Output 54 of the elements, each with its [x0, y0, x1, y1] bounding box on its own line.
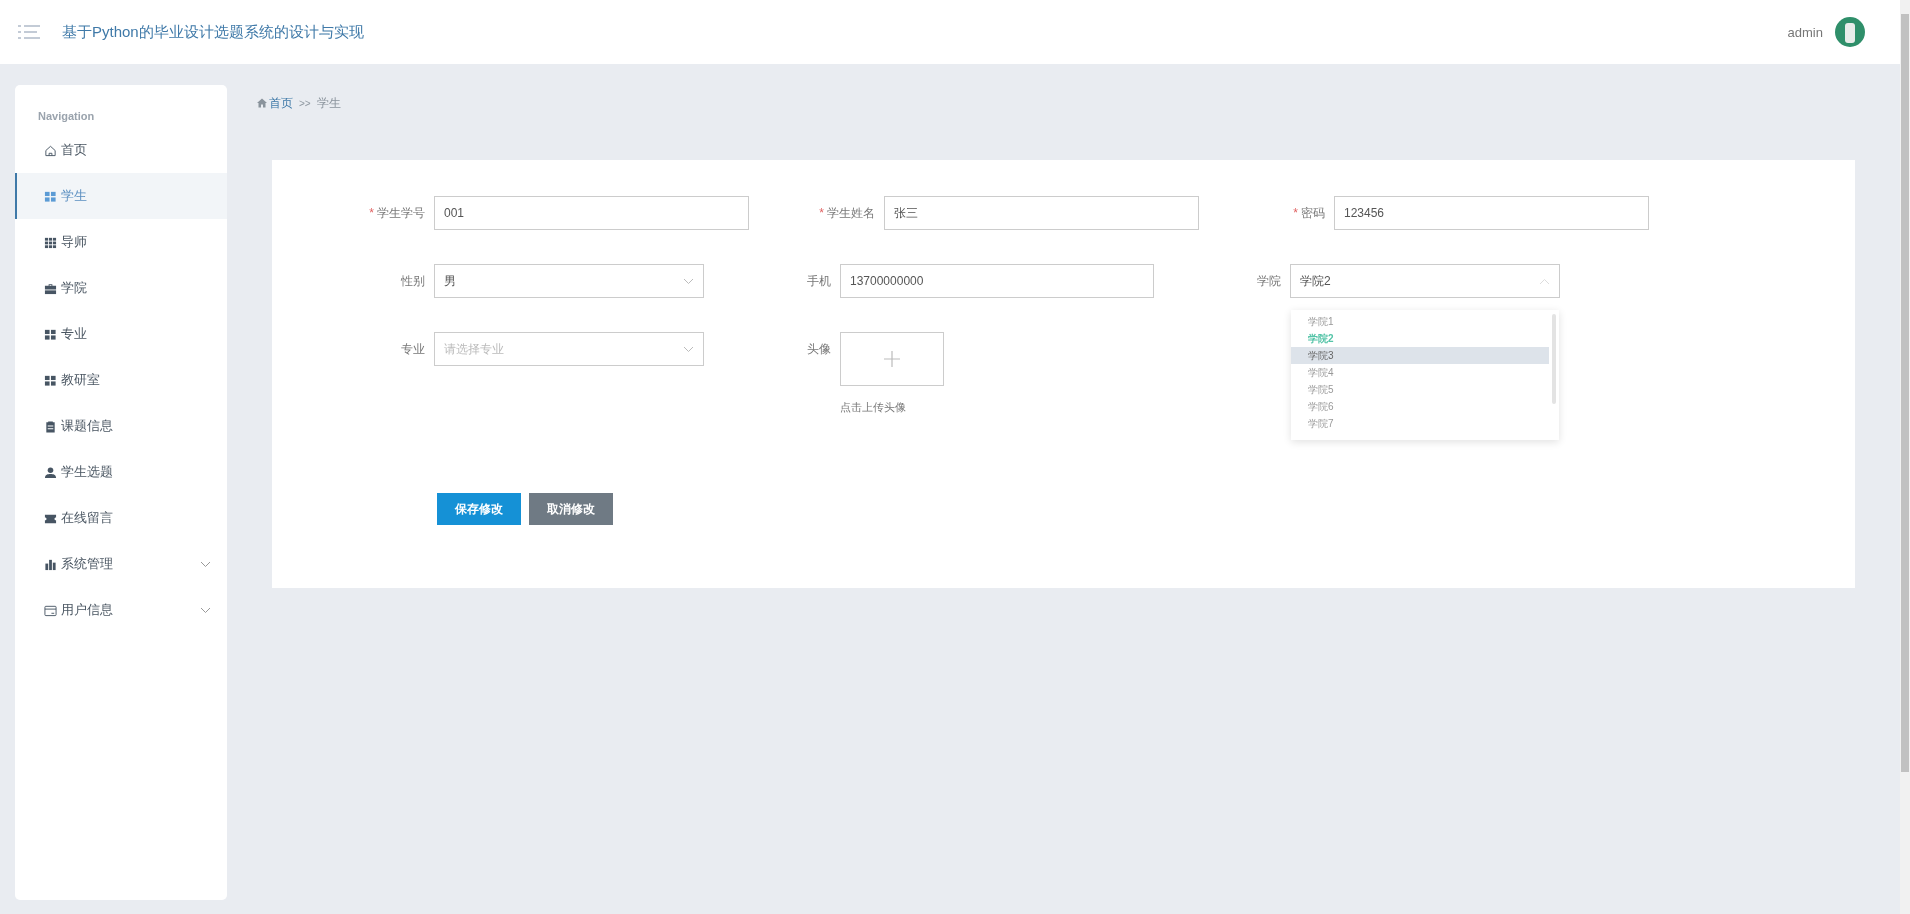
sidebar-item[interactable]: 用户信息	[15, 587, 227, 633]
house-icon	[257, 98, 267, 108]
app-title: 基于Python的毕业设计选题系统的设计与实现	[62, 22, 364, 42]
avatar[interactable]	[1835, 17, 1865, 47]
text-field[interactable]: 张三	[884, 196, 1199, 230]
sidebar-item[interactable]: 课题信息	[15, 403, 227, 449]
chevron-up-icon	[1539, 277, 1550, 285]
field-label: 性别	[401, 273, 425, 290]
select-field[interactable]: 男	[434, 264, 704, 298]
sidebar-item[interactable]: 学生选题	[15, 449, 227, 495]
text-field[interactable]: 123456	[1334, 196, 1649, 230]
chevron-down-icon	[683, 277, 694, 285]
upload-box[interactable]	[840, 332, 944, 386]
house-icon	[44, 143, 57, 157]
chevron-down-icon	[683, 345, 694, 353]
field-label: 学院	[1257, 273, 1281, 290]
menu-icon[interactable]	[18, 23, 42, 41]
nav-heading: Navigation	[37, 109, 96, 124]
field-label: 学生学号	[377, 205, 425, 222]
username[interactable]: admin	[1787, 24, 1823, 40]
sidebar-item[interactable]: 学院	[15, 265, 227, 311]
cancel-button[interactable]: 取消修改	[529, 493, 613, 525]
clipboard-icon	[44, 419, 57, 433]
person-icon	[44, 465, 57, 479]
scrollbar[interactable]	[1900, 0, 1910, 914]
breadcrumb-current: 学生	[316, 94, 341, 112]
sidebar-item[interactable]: 系统管理	[15, 541, 227, 587]
plus-icon	[884, 351, 900, 367]
card-icon	[44, 603, 57, 617]
breadcrumb-separator: >>	[299, 97, 311, 109]
field-label: 学生姓名	[827, 205, 875, 222]
field-label: 手机	[807, 273, 831, 290]
bar-chart-icon	[44, 557, 57, 571]
sidebar-item[interactable]: 在线留言	[15, 495, 227, 541]
sidebar-item[interactable]: 专业	[15, 311, 227, 357]
required-mark: *	[1293, 205, 1298, 222]
grid-icon	[44, 189, 57, 203]
sidebar-item[interactable]: 首页	[15, 127, 227, 173]
grid-icon	[44, 327, 57, 341]
required-mark: *	[819, 205, 824, 222]
sidebar-item[interactable]: 导师	[15, 219, 227, 265]
required-mark: *	[369, 205, 374, 222]
breadcrumb-link[interactable]: 首页	[269, 94, 293, 112]
grid-icon	[44, 373, 57, 387]
grid-icon	[44, 235, 57, 249]
field-label: 头像	[807, 341, 831, 358]
field-label: 专业	[401, 341, 425, 358]
text-field[interactable]: 001	[434, 196, 749, 230]
dropdown-option[interactable]: 学院3	[1291, 347, 1549, 364]
field-label: 密码	[1301, 205, 1325, 222]
sidebar-item[interactable]: 教研室	[15, 357, 227, 403]
upload-hint: 点击上传头像	[840, 400, 907, 415]
text-field[interactable]: 13700000000	[840, 264, 1154, 298]
briefcase-icon	[44, 281, 57, 295]
